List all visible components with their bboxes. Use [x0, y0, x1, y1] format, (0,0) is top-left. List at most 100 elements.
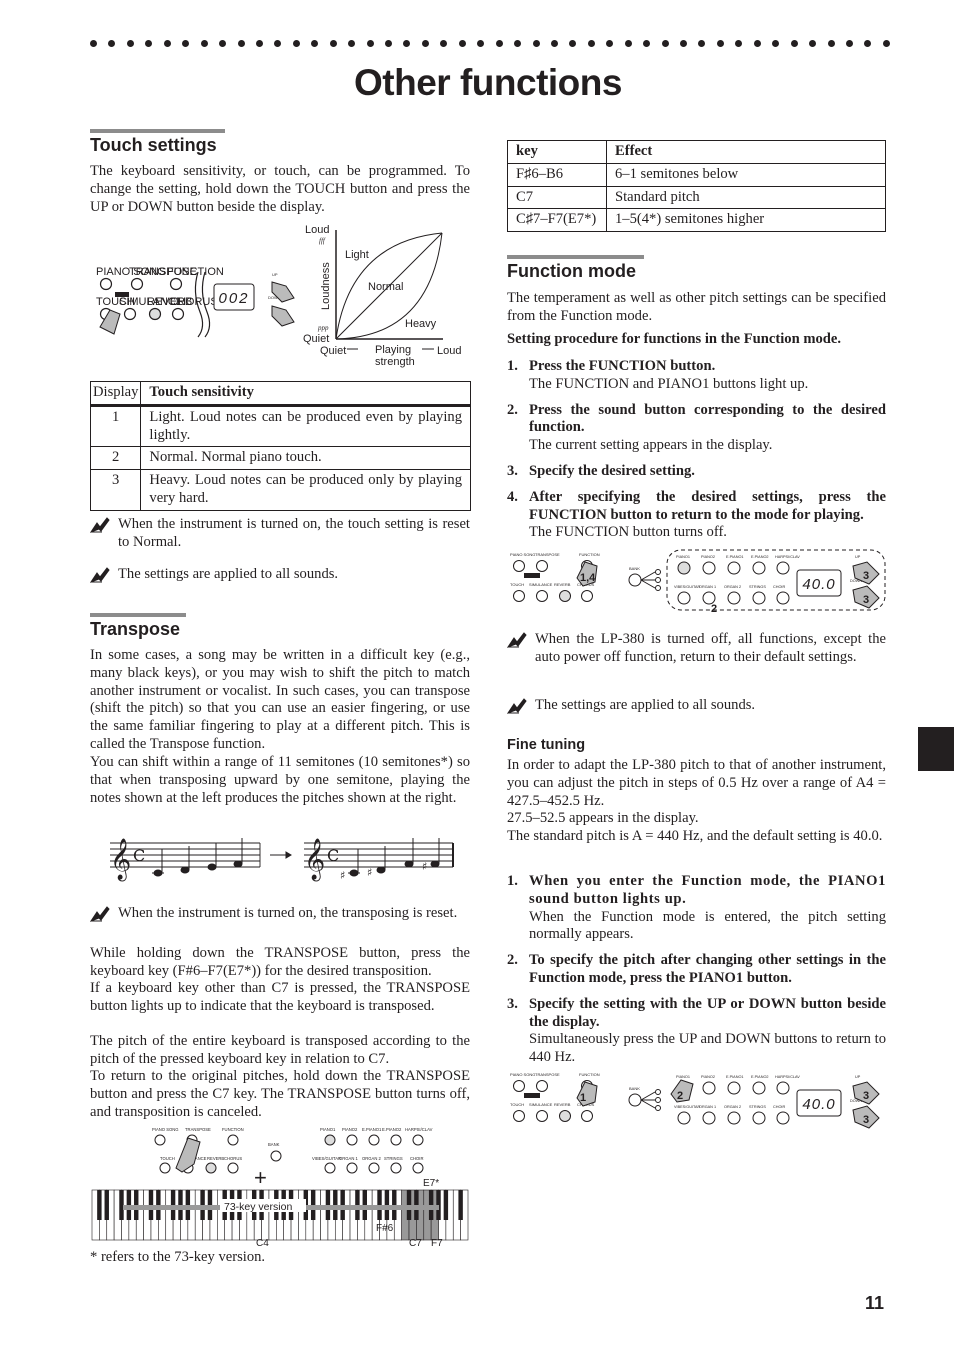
panel-label-chorus: CHORUS — [170, 296, 218, 308]
function-steps: 1. Press the FUNCTION button. The FUNCTION… — [507, 358, 886, 542]
panel-label: FUNCTION — [579, 1072, 600, 1077]
panel-label-function: FUNCTION — [167, 266, 224, 278]
dot — [514, 40, 522, 47]
label-c7: C7 — [409, 1238, 422, 1249]
dot — [587, 40, 595, 47]
panel-label: TRANSPOSE — [535, 1072, 560, 1077]
dot — [237, 40, 245, 47]
panel-label: E.PIANO1 — [726, 1075, 744, 1079]
table-row: F♯6–B6 6–1 semitones below — [507, 162, 886, 187]
panel-label: ORGAN 1 — [699, 1105, 716, 1109]
panel-label: PIANO2 — [701, 1075, 715, 1079]
note: When the instrument is turned on, the tr… — [90, 905, 470, 923]
dot — [366, 40, 374, 47]
svg-text:FUNCTION: FUNCTION — [222, 1127, 244, 1132]
graph-label-loud: Loud — [305, 224, 329, 236]
dot — [790, 40, 798, 47]
reverb-button — [148, 307, 162, 321]
dot — [440, 40, 448, 47]
panel-label: TOUCH — [510, 1102, 524, 1107]
note-f — [404, 860, 414, 868]
pencil-note-icon — [90, 567, 110, 583]
common-time-icon: C — [327, 846, 339, 865]
sound-button — [702, 1111, 716, 1125]
bank-led — [655, 1105, 661, 1111]
panel-label: PIANO1 — [676, 1075, 690, 1079]
panel-button — [513, 560, 525, 572]
dot — [606, 40, 614, 47]
dot — [90, 40, 97, 47]
sound-button — [752, 561, 766, 575]
sound-button — [752, 1111, 766, 1125]
panel-label: ORGAN 1 — [699, 585, 716, 589]
sound-button — [677, 1111, 691, 1125]
ppp-label: ppp — [317, 324, 329, 332]
panel-label: UP — [855, 555, 861, 559]
svg-text:TRANSPOSE: TRANSPOSE — [185, 1127, 211, 1132]
svg-text:PIANO1: PIANO1 — [320, 1127, 336, 1132]
note-f-sharp — [430, 860, 440, 868]
touch-curve-graph: Loud Quiet Quiet Loud Playing strength L… — [303, 224, 461, 368]
sound-button — [677, 561, 691, 575]
step-item: 3. Specify the desired setting. — [507, 462, 695, 479]
transpose-heading: Transpose — [90, 619, 181, 639]
demo-label — [524, 573, 540, 578]
function-mode-heading: Function mode — [507, 261, 636, 281]
panel-button — [581, 1110, 593, 1122]
panel-label: PIANO1 — [676, 555, 690, 559]
sound-button — [752, 1081, 766, 1095]
fff-label: fff — [319, 237, 326, 245]
transpose-key-table: key Effect F♯6–B6 6–1 semitones below C7 S… — [507, 140, 886, 233]
label-fs6: F#6 — [376, 1223, 394, 1234]
touch-intro: The keyboard sensitivity, or touch, can … — [90, 163, 470, 215]
down-finger-icon — [271, 305, 295, 327]
demo-label — [115, 292, 129, 297]
dot — [809, 40, 817, 47]
transpose-para1: In some cases, a song may be written in … — [90, 647, 470, 752]
dot — [550, 40, 558, 47]
label-e7: E7* — [423, 1178, 439, 1189]
step-item: 2. To specify the pitch after changing ot… — [507, 952, 886, 986]
panel-button — [536, 1110, 548, 1122]
col-header-touch: Touch sensitivity — [140, 381, 471, 407]
sound-button — [702, 1081, 716, 1095]
step-marker: 3 — [863, 570, 869, 582]
fine-tuning-panel-diagram: PIANO SONG TRANSPOSE FUNCTION TOUCH SIMULANC… — [510, 1072, 880, 1129]
dot — [882, 40, 890, 47]
footnote: * refers to the 73-key version. — [90, 1249, 266, 1265]
dot — [329, 40, 337, 47]
display-readout: 40.0 — [802, 1096, 835, 1113]
note-c — [153, 869, 163, 877]
sound-button — [727, 591, 741, 605]
keyboard-diagram: PIANO SONGTRANSPOSEFUNCTION TOUCHSIMULAN… — [91, 1127, 469, 1249]
sharp-icon: ♯ — [340, 869, 345, 882]
fine-tuning-steps: 1. When you enter the Function mode, the … — [507, 873, 886, 1067]
panel-button — [536, 560, 548, 572]
graph-x-label-1: Playing — [375, 344, 411, 356]
note-d-sharp — [376, 866, 386, 874]
dot — [735, 40, 743, 47]
section-bar — [90, 613, 186, 617]
black-key — [443, 1190, 449, 1220]
sound-button — [776, 1111, 790, 1125]
step-marker: 2 — [677, 1090, 683, 1102]
black-key — [458, 1190, 463, 1220]
step-marker: 2 — [711, 603, 717, 615]
chorus-button — [171, 307, 185, 321]
col-header-key: key — [507, 140, 607, 164]
graph-x-label-2: strength — [375, 356, 415, 368]
dot — [126, 40, 134, 47]
step-item: 1. Press the FUNCTION button. The FUNCTION… — [507, 358, 809, 392]
svg-text:PIANO SONG: PIANO SONG — [152, 1127, 179, 1132]
note: The settings are applied to all sounds. — [507, 697, 886, 715]
pencil-note-icon — [507, 698, 527, 714]
transpose-notation: 𝄞 𝄞 C C ♯ ♯ ♯ — [110, 838, 454, 882]
col-header-display: Display — [89, 381, 142, 407]
bank-led — [655, 585, 661, 591]
bank-button — [628, 573, 642, 587]
display-readout: 002 — [218, 290, 249, 307]
step-marker: 1 — [580, 1092, 586, 1104]
panel-label: VIBES/GUITAR — [674, 1105, 701, 1109]
dot — [348, 40, 356, 47]
svg-text:BANK: BANK — [268, 1142, 280, 1147]
